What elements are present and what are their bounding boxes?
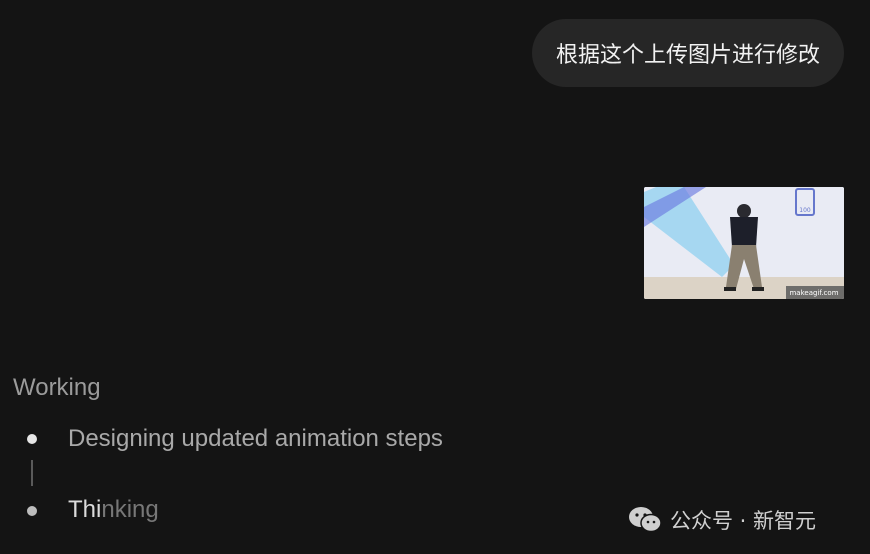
wechat-icon bbox=[628, 506, 662, 534]
attachment-watermark-text: makeagif.com bbox=[789, 289, 838, 297]
user-message-bubble: 根据这个上传图片进行修改 bbox=[531, 19, 844, 87]
uploaded-image-thumbnail[interactable]: 100 makeagif.com bbox=[644, 187, 844, 299]
watermark: 公众号 · 新智元 bbox=[628, 505, 816, 535]
step-item-thinking: Thinking bbox=[68, 496, 159, 524]
step-connector-line bbox=[31, 460, 33, 486]
attachment-badge: 100 bbox=[799, 207, 811, 214]
user-message-text: 根据这个上传图片进行修改 bbox=[555, 43, 820, 68]
uploaded-image: 100 makeagif.com bbox=[644, 187, 844, 299]
step-label-rest: nking bbox=[101, 496, 159, 523]
watermark-text: 公众号 · 新智元 bbox=[670, 509, 817, 533]
step-complete-dot bbox=[27, 434, 37, 444]
step-item-designing: Designing updated animation steps bbox=[68, 425, 443, 452]
chat-view: 根据这个上传图片进行修改 100 makeagif.com Working De… bbox=[0, 0, 870, 554]
step-active-dot bbox=[27, 506, 37, 516]
status-title: Working bbox=[13, 374, 101, 401]
step-label-highlight: Thi bbox=[68, 496, 102, 523]
